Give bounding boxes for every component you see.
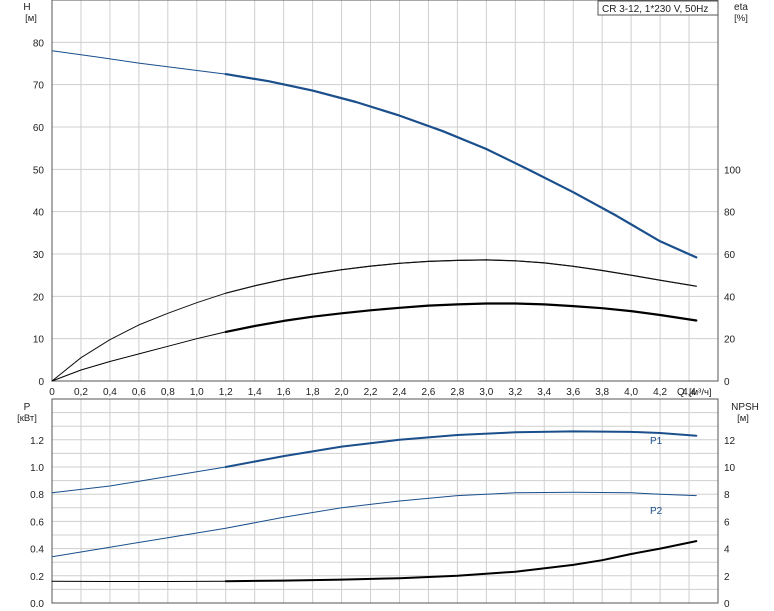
- eta-axis-unit: [%]: [734, 13, 748, 24]
- pump-performance-chart: 0 0,2 0,4 0,6 0,8 1,0 1,2 1,4 1,6 1,8 2,0 2,2 2,4 2,6…: [17, 0, 759, 610]
- npsh-tick-label: 6: [724, 517, 730, 528]
- h-tick-label: 0: [38, 377, 44, 388]
- npsh-tick-label: 8: [724, 490, 730, 501]
- x-tick-label: 2,8: [450, 387, 464, 398]
- x-tick-label: 3,4: [537, 387, 551, 398]
- x-tick-label: 0,4: [103, 387, 117, 398]
- x-tick-label: 0: [49, 387, 55, 398]
- q-axis-name: Q: [677, 387, 685, 398]
- x-tick-label: 1,4: [248, 387, 262, 398]
- x-tick-label: 0,2: [74, 387, 88, 398]
- series-label-p1: P1: [650, 436, 663, 447]
- eta-tick-label: 40: [724, 292, 736, 303]
- h-tick-label: 60: [33, 123, 45, 134]
- h-axis-name: H: [23, 2, 30, 13]
- x-tick-label: 2,4: [393, 387, 407, 398]
- chart-title: CR 3-12, 1*230 V, 50Hz: [602, 4, 708, 15]
- eta-axis-name: eta: [734, 2, 748, 13]
- x-tick-label: 1,2: [219, 387, 233, 398]
- q-axis-unit: [м³/ч]: [689, 387, 712, 398]
- npsh-tick-label: 4: [724, 545, 730, 556]
- p-tick-label: 0.2: [30, 572, 44, 583]
- p-tick-label: 0.6: [30, 517, 44, 528]
- x-tick-label: 1,8: [306, 387, 320, 398]
- eta-tick-label: 100: [724, 165, 741, 176]
- h-tick-label: 70: [33, 81, 45, 92]
- x-tick-label: 3,6: [566, 387, 580, 398]
- panel-background: [52, 399, 718, 603]
- p-tick-label: 1.2: [30, 436, 44, 447]
- h-tick-label: 50: [33, 165, 45, 176]
- p-tick-label: 1.0: [30, 463, 44, 474]
- bottom-panel-grid: [51, 398, 719, 604]
- h-tick-label: 80: [33, 38, 45, 49]
- panel-background: [52, 0, 718, 381]
- x-tick-label: 2,2: [364, 387, 378, 398]
- h-tick-label: 10: [33, 335, 45, 346]
- p-tick-label: 0.0: [30, 599, 44, 610]
- x-tick-label: 2,0: [335, 387, 349, 398]
- series-label-p2: P2: [650, 506, 663, 517]
- h-tick-label: 40: [33, 208, 45, 219]
- npsh-tick-label: 2: [724, 572, 730, 583]
- h-tick-label: 30: [33, 250, 45, 261]
- npsh-tick-label: 10: [724, 463, 736, 474]
- x-tick-label: 4,0: [624, 387, 638, 398]
- x-tick-label: 1,6: [277, 387, 291, 398]
- x-tick-label: 3,2: [508, 387, 522, 398]
- p-axis-unit: [кВт]: [17, 413, 37, 424]
- eta-tick-label: 60: [724, 250, 736, 261]
- h-tick-label: 20: [33, 292, 45, 303]
- p-tick-label: 0.8: [30, 490, 44, 501]
- npsh-tick-label: 12: [724, 436, 736, 447]
- x-tick-label: 2,6: [421, 387, 435, 398]
- eta-tick-label: 0: [724, 377, 730, 388]
- p-axis-name: P: [24, 402, 31, 413]
- x-tick-label: 4,2: [653, 387, 667, 398]
- top-panel-grid: [51, 0, 719, 382]
- eta-tick-label: 20: [724, 335, 736, 346]
- x-tick-label: 3,8: [595, 387, 609, 398]
- x-tick-label: 0,6: [132, 387, 146, 398]
- h-axis-unit: [м]: [25, 13, 37, 24]
- x-tick-label: 1,0: [190, 387, 204, 398]
- x-tick-label: 3,0: [479, 387, 493, 398]
- p-tick-label: 0.4: [30, 545, 44, 556]
- npsh-axis-name: NPSH: [731, 402, 759, 413]
- x-tick-label: 0,8: [161, 387, 175, 398]
- npsh-tick-label: 0: [724, 599, 730, 610]
- eta-tick-label: 80: [724, 208, 736, 219]
- npsh-axis-unit: [м]: [737, 413, 749, 424]
